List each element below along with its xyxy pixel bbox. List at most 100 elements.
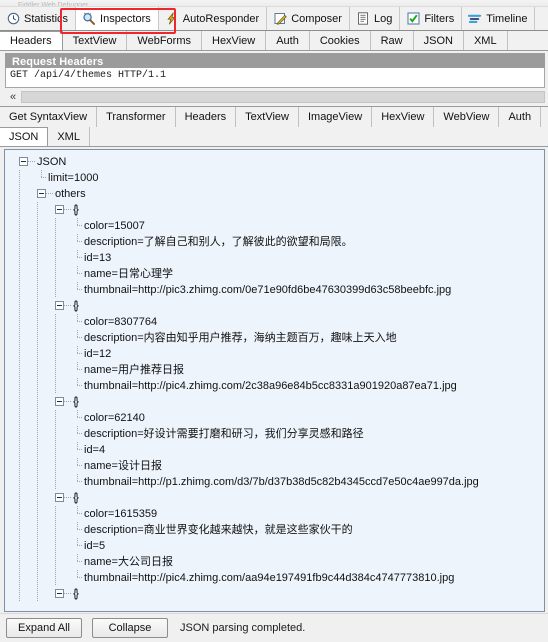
tree-indent [5, 570, 73, 586]
pane-splitter[interactable]: « [0, 88, 548, 106]
request-tab-raw-label: Raw [380, 34, 403, 47]
request-tab-hexview[interactable]: HexView [202, 31, 267, 50]
tree-node-name-2[interactable]: name=设计日报 [5, 458, 544, 474]
tree-expander-minus-icon[interactable] [55, 205, 64, 214]
clock-icon [6, 12, 20, 26]
tree-expander-minus-icon[interactable] [55, 301, 64, 310]
tree-node-name-3[interactable]: name=大公司日报 [5, 554, 544, 570]
tree-expander-minus-icon[interactable] [55, 397, 64, 406]
tree-indent [5, 346, 73, 362]
response-tab-transformer[interactable]: Transformer [97, 107, 176, 127]
request-tab-raw[interactable]: Raw [370, 31, 414, 50]
response-tab-hexview[interactable]: HexView [372, 107, 435, 127]
tree-indent [5, 186, 37, 202]
toolbar-tab-log-label: Log [373, 12, 393, 25]
toolbar-tab-filters-label: Filters [424, 12, 455, 25]
tree-node-description-1[interactable]: description=内容由知乎用户推荐，海纳主题百万，趣味上天入地 [5, 330, 544, 346]
tree-node-thumbnail-3[interactable]: thumbnail=http://pic4.zhimg.com/aa94e197… [5, 570, 544, 586]
response-tab-auth[interactable]: Auth [499, 107, 542, 127]
tree-node-object-next[interactable]: {} [5, 586, 544, 602]
tree-indent [5, 202, 55, 218]
request-tab-json[interactable]: JSON [413, 31, 464, 50]
tree-node-color-2[interactable]: color=62140 [5, 410, 544, 426]
lightning-icon [165, 12, 179, 26]
tree-node-name-0[interactable]: name=日常心理学 [5, 266, 544, 282]
collapse-chevron-icon[interactable]: « [5, 90, 21, 104]
tree-node-label: id=13 [84, 252, 112, 264]
tree-node-label: others [55, 188, 86, 200]
request-tab-headers-label: Headers [10, 35, 52, 47]
toolbar-tab-log[interactable]: Log [349, 7, 401, 30]
response-format-tab-json[interactable]: JSON [0, 127, 49, 146]
tree-node-object-3[interactable]: {} [5, 490, 544, 506]
toolbar-tab-timeline-label: Timeline [486, 12, 528, 25]
tree-node-color-0[interactable]: color=15007 [5, 218, 544, 234]
object-brace-glyph: {} [73, 490, 79, 504]
tree-expander-minus-icon[interactable] [55, 493, 64, 502]
tree-expander-minus-icon[interactable] [19, 157, 28, 166]
tree-node-thumbnail-2[interactable]: thumbnail=http://p1.zhimg.com/d3/7b/d37b… [5, 474, 544, 490]
tree-node-description-2[interactable]: description=好设计需要打磨和研习，我们分享灵感和路径 [5, 426, 544, 442]
toolbar-tab-timeline[interactable]: Timeline [462, 7, 536, 30]
tree-connector [64, 490, 71, 506]
toolbar-tab-composer[interactable]: Composer [267, 7, 350, 30]
expand-all-button[interactable]: Expand All [6, 618, 82, 638]
tree-indent [5, 410, 73, 426]
tree-connector [28, 154, 35, 170]
tree-node-id-0[interactable]: id=13 [5, 250, 544, 266]
tree-node-object-0[interactable]: {} [5, 202, 544, 218]
timeline-icon [468, 12, 482, 26]
response-tab-headers[interactable]: Headers [176, 107, 237, 127]
response-format-tab-filler [90, 127, 548, 146]
tree-connector [73, 554, 82, 570]
toolbar-tab-statistics[interactable]: Statistics [0, 7, 77, 30]
collapse-button[interactable]: Collapse [92, 618, 168, 638]
tree-node-id-3[interactable]: id=5 [5, 538, 544, 554]
request-tab-headers[interactable]: Headers [0, 31, 63, 50]
tree-expander-minus-icon[interactable] [37, 189, 46, 198]
tree-indent [5, 554, 73, 570]
object-brace-glyph: {} [73, 202, 79, 216]
tree-node-label: color=1615359 [84, 508, 158, 520]
toolbar-tab-inspectors[interactable]: Inspectors [76, 7, 159, 30]
tree-indent [5, 426, 73, 442]
response-tab-imageview[interactable]: ImageView [299, 107, 373, 127]
tree-node-id-2[interactable]: id=4 [5, 442, 544, 458]
tree-node-id-1[interactable]: id=12 [5, 346, 544, 362]
request-tab-xml[interactable]: XML [463, 31, 508, 50]
response-tab-get-syntaxview[interactable]: Get SyntaxView [0, 107, 98, 127]
splitter-drag-handle[interactable] [21, 91, 545, 103]
object-brace-glyph: {} [73, 298, 79, 312]
tree-indent [5, 218, 73, 234]
request-tab-textview[interactable]: TextView [62, 31, 128, 50]
response-tab-textview[interactable]: TextView [236, 107, 299, 127]
tree-node-thumbnail-0[interactable]: thumbnail=http://pic3.zhimg.com/0e71e90f… [5, 282, 544, 298]
toolbar-tab-filters[interactable]: Filters [400, 7, 463, 30]
tree-node-object-2[interactable]: {} [5, 394, 544, 410]
toolbar-tab-statistics-label: Statistics [24, 12, 69, 25]
tree-node-description-0[interactable]: description=了解自己和别人，了解彼此的欲望和局限。 [5, 234, 544, 250]
tree-node-name-1[interactable]: name=用户推荐日报 [5, 362, 544, 378]
tree-node-limit[interactable]: limit=1000 [5, 170, 544, 186]
response-tab-webview[interactable]: WebView [434, 107, 500, 127]
tree-node-color-1[interactable]: color=8307764 [5, 314, 544, 330]
tree-node-object-1[interactable]: {} [5, 298, 544, 314]
response-format-tab-xml[interactable]: XML [48, 127, 90, 146]
tree-node-others[interactable]: others [5, 186, 544, 202]
request-tab-webforms[interactable]: WebForms [127, 31, 202, 50]
tree-node-thumbnail-1[interactable]: thumbnail=http://pic4.zhimg.com/2c38a96e… [5, 378, 544, 394]
json-tree[interactable]: JSON limit=1000 others {} color=15007 descrip… [4, 149, 545, 612]
request-tab-auth[interactable]: Auth [266, 31, 310, 50]
toolbar-tab-autoresponder[interactable]: AutoResponder [158, 7, 268, 30]
tree-node-label: thumbnail=http://pic4.zhimg.com/2c38a96e… [84, 380, 457, 392]
tree-expander-minus-icon[interactable] [55, 589, 64, 598]
tree-connector [73, 506, 82, 522]
tree-node-root[interactable]: JSON [5, 154, 544, 170]
tree-node-color-3[interactable]: color=1615359 [5, 506, 544, 522]
tree-indent [5, 362, 73, 378]
tree-indent [5, 490, 55, 506]
tree-connector [64, 202, 71, 218]
request-tab-cookies[interactable]: Cookies [309, 31, 371, 50]
response-format-tab-strip: JSON XML [0, 127, 548, 147]
tree-node-description-3[interactable]: description=商业世界变化越来越快，就是这些家伙干的 [5, 522, 544, 538]
